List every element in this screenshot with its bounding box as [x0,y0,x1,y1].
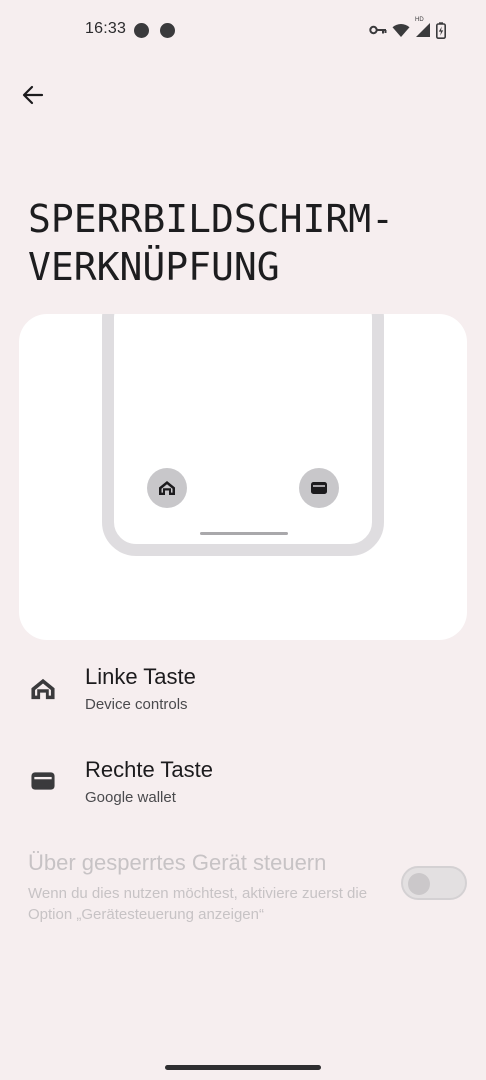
left-button-subtitle: Device controls [85,696,188,713]
cellular-hd-icon: HD [415,17,431,38]
screen: 16:33 HD SPERRBILDSCHIRM- VERKNÜPFUNG Li… [0,0,486,1080]
preview-right-shortcut [299,468,339,508]
home-icon [159,481,175,495]
right-button-setting[interactable]: Rechte Taste Google wallet [0,757,486,837]
vpn-key-icon [369,24,387,36]
toggle-knob [408,873,430,895]
lockscreen-preview-card [19,314,467,640]
back-button[interactable] [14,76,52,114]
status-bar: 16:33 HD [0,0,486,62]
arrow-back-icon [22,85,44,105]
hd-label: HD [415,17,424,23]
locked-device-subtitle: Wenn du dies nutzen möchtest, aktiviere … [28,885,368,923]
locked-device-title: Über gesperrtes Gerät steuern [28,850,327,875]
right-button-subtitle: Google wallet [85,789,176,806]
left-button-title: Linke Taste [85,664,196,689]
right-button-title: Rechte Taste [85,757,214,782]
wallet-icon [28,766,58,796]
locked-device-toggle[interactable] [401,866,467,900]
status-icons: HD [369,17,446,42]
battery-charging-icon [436,21,446,39]
home-icon [28,674,58,704]
phone-preview-frame [102,314,384,556]
page-title: SPERRBILDSCHIRM- VERKNÜPFUNG [28,197,395,289]
preview-home-handle [200,532,288,535]
signal-chat-icon [134,23,149,38]
signal-chat-icon [160,23,175,38]
preview-left-shortcut [147,468,187,508]
status-time: 16:33 [85,20,127,37]
left-button-setting[interactable]: Linke Taste Device controls [0,664,486,744]
wallet-icon [311,482,327,494]
locked-device-control-setting: Über gesperrtes Gerät steuern Wenn du di… [28,850,388,925]
gesture-navigation-bar[interactable] [165,1065,321,1070]
wifi-icon [392,23,410,38]
